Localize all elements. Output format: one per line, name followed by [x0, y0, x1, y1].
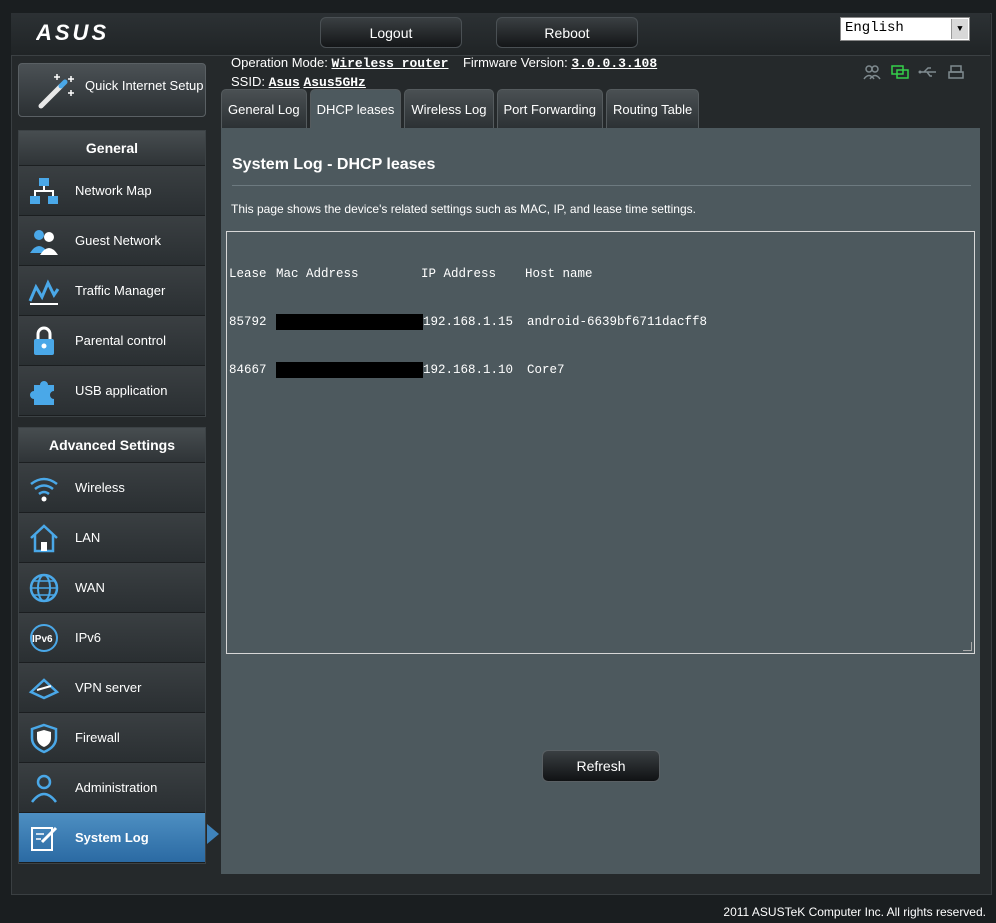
ssid-link-1[interactable]: Asus [269, 75, 300, 90]
sidebar-item-network-map[interactable]: Network Map [19, 166, 205, 216]
log-header-row: Lease Mac Address IP Address Host name [229, 266, 972, 282]
active-menu-pointer [207, 824, 219, 844]
lock-icon [34, 326, 54, 355]
page-title: System Log - DHCP leases [232, 156, 436, 173]
general-menu: General Network Map Guest Network Traffi… [18, 130, 206, 417]
logout-button[interactable]: Logout [320, 17, 462, 48]
log-host: Core7 [527, 363, 565, 377]
firmware-link[interactable]: 3.0.0.3.108 [571, 56, 657, 71]
tab-bar: General Log DHCP leases Wireless Log Por… [221, 89, 700, 128]
log-header-lease: Lease [229, 267, 267, 281]
log-host: android-6639bf6711dacff8 [527, 315, 708, 329]
sidebar-item-label: WAN [75, 580, 105, 595]
globe-icon [29, 573, 59, 602]
tab-general-log[interactable]: General Log [221, 89, 307, 128]
status-icons [862, 64, 966, 80]
sidebar-item-lan[interactable]: LAN [19, 513, 205, 563]
house-icon [30, 523, 58, 552]
traffic-manager-icon [28, 278, 60, 305]
log-row: 85792 192.168.1.15 android-6639bf6711dac… [229, 314, 972, 330]
log-row: 84667 192.168.1.10 Core7 [229, 362, 972, 378]
operation-info: Operation Mode: Wireless router Firmware… [231, 55, 657, 71]
ssid-info: SSID: Asus Asus5GHz [231, 74, 366, 90]
sidebar-item-usb-application[interactable]: USB application [19, 366, 205, 416]
sidebar-item-vpn-server[interactable]: VPN server [19, 663, 205, 713]
network-icon[interactable] [890, 64, 910, 80]
tab-dhcp-leases[interactable]: DHCP leases [309, 89, 402, 128]
page-description: This page shows the device's related set… [231, 202, 696, 216]
sidebar-item-administration[interactable]: Administration [19, 763, 205, 813]
shield-icon [30, 723, 58, 753]
ipv6-icon: IPv6 [30, 623, 58, 652]
quick-internet-setup-button[interactable]: Quick Internet Setup [18, 63, 206, 117]
log-ip: 192.168.1.10 [423, 363, 514, 377]
sidebar-item-label: Administration [75, 780, 158, 795]
asus-logo: ASUS [35, 20, 108, 50]
vpn-icon [28, 677, 60, 699]
sidebar-item-wireless[interactable]: Wireless [19, 463, 205, 513]
svg-text:ASUS: ASUS [36, 23, 108, 43]
sidebar-item-label: Firewall [75, 730, 120, 745]
sidebar-item-label: Guest Network [75, 233, 161, 248]
content-panel: System Log - DHCP leases This page shows… [221, 128, 980, 874]
quick-internet-setup-label: Quick Internet Setup [85, 78, 204, 93]
network-map-icon [30, 177, 58, 204]
operation-mode-label: Operation Mode: [231, 55, 328, 70]
log-lease: 84667 [229, 363, 267, 377]
copyright-footer: 2011 ASUSTeK Computer Inc. All rights re… [723, 905, 986, 919]
svg-text:IPv6: IPv6 [32, 634, 53, 645]
resize-handle[interactable] [963, 642, 972, 651]
refresh-button[interactable]: Refresh [542, 750, 660, 782]
chevron-down-icon[interactable]: ▼ [951, 19, 968, 39]
title-divider [232, 185, 971, 186]
tab-routing-table[interactable]: Routing Table [605, 89, 700, 128]
ssid-label: SSID: [231, 74, 265, 89]
sidebar-item-label: VPN server [75, 680, 142, 695]
printer-icon[interactable] [946, 64, 966, 80]
general-menu-title: General [19, 131, 205, 166]
redacted-mac [276, 362, 423, 378]
sidebar-item-label: IPv6 [75, 630, 102, 645]
clients-icon[interactable] [862, 64, 882, 80]
sidebar-item-guest-network[interactable]: Guest Network [19, 216, 205, 266]
sidebar-item-system-log[interactable]: System Log [19, 813, 205, 863]
sidebar-item-label: Parental control [75, 333, 167, 348]
sidebar-item-wan[interactable]: WAN [19, 563, 205, 613]
reboot-button[interactable]: Reboot [496, 17, 638, 48]
puzzle-icon [30, 380, 54, 405]
ssid-link-2[interactable]: Asus5GHz [303, 75, 365, 90]
admin-user-icon [31, 774, 57, 803]
log-header-mac: Mac Address [276, 267, 359, 281]
advanced-settings-menu: Advanced Settings Wireless LAN WAN IPv6 … [18, 427, 206, 864]
dhcp-log-textarea[interactable]: Lease Mac Address IP Address Host name 8… [226, 231, 975, 654]
asus-logo-mark: ASUS [35, 20, 108, 45]
operation-mode-link[interactable]: Wireless router [331, 56, 448, 71]
advanced-settings-title: Advanced Settings [19, 428, 205, 463]
usb-icon[interactable] [918, 64, 938, 80]
sidebar-item-label: Traffic Manager [75, 283, 166, 298]
log-header-ip: IP Address [421, 267, 497, 281]
redacted-mac [276, 314, 423, 330]
sidebar-item-traffic-manager[interactable]: Traffic Manager [19, 266, 205, 316]
sidebar-item-label: USB application [75, 383, 168, 398]
log-ip: 192.168.1.15 [423, 315, 514, 329]
sidebar-item-firewall[interactable]: Firewall [19, 713, 205, 763]
language-select[interactable]: English ▼ [840, 17, 970, 41]
magic-wand-icon [38, 74, 74, 109]
log-header-host: Host name [525, 267, 593, 281]
sidebar-item-label: Wireless [75, 480, 125, 495]
firmware-label: Firmware Version: [462, 55, 568, 70]
wifi-icon [30, 477, 58, 501]
tab-port-forwarding[interactable]: Port Forwarding [496, 89, 603, 128]
language-value: English [845, 20, 904, 36]
sidebar-item-parental-control[interactable]: Parental control [19, 316, 205, 366]
guest-network-icon [30, 229, 58, 255]
sidebar-item-label: System Log [75, 830, 149, 845]
log-icon [31, 826, 58, 851]
sidebar-item-ipv6[interactable]: IPv6 IPv6 [19, 613, 205, 663]
sidebar-item-label: Network Map [75, 183, 152, 198]
tab-wireless-log[interactable]: Wireless Log [404, 89, 494, 128]
log-lease: 85792 [229, 315, 267, 329]
sidebar-item-label: LAN [75, 530, 101, 545]
